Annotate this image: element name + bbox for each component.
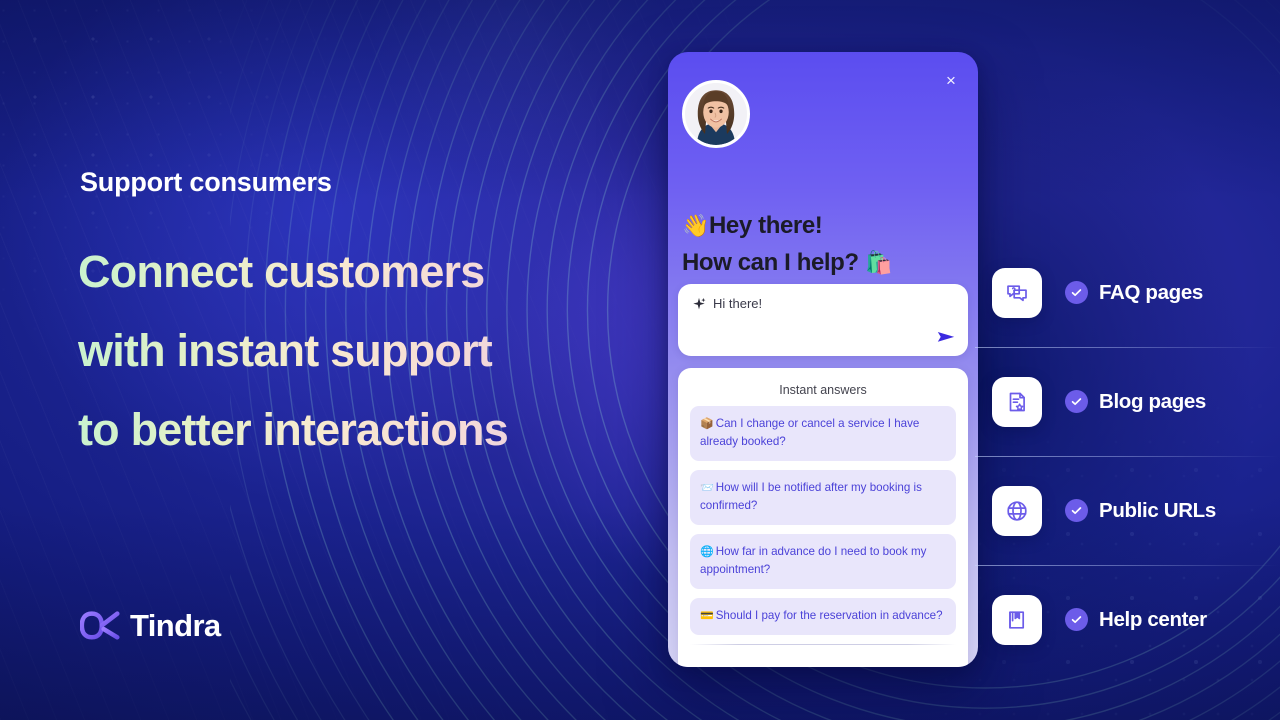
globe-icon [992, 485, 1042, 536]
tindra-loop-icon [79, 610, 120, 642]
list-item-label: How will I be notified after my booking … [700, 481, 922, 512]
divider [975, 456, 1280, 457]
promo-banner: Support consumers Connect customers with… [0, 0, 1280, 720]
package-icon: 📦 [700, 418, 714, 430]
credit-card-icon: 💳 [700, 610, 714, 622]
incoming-envelope-icon: 📨 [700, 482, 714, 494]
instant-answers-panel: Instant answers 📦 Can I change or cancel … [678, 368, 968, 667]
headline-line-2: with instant support [78, 311, 678, 390]
shopping-bags-icon: 🛍️ [864, 250, 892, 275]
feature-item-label: FAQ pages [1099, 280, 1203, 304]
faq-chat-bubbles-icon [992, 267, 1042, 318]
send-paper-plane-icon[interactable] [936, 327, 956, 347]
book-bookmark-icon [992, 594, 1042, 645]
feature-item-label: Public URLs [1099, 498, 1216, 522]
chat-greeting: 👋Hey there! How can I help? 🛍️ [682, 207, 964, 281]
list-item[interactable]: 🌐 How far in advance do I need to book my… [690, 534, 956, 589]
feature-item-public-urls[interactable]: Public URLs [975, 456, 1280, 565]
feature-list: FAQ pages Blog pages Public URLs Help ce… [975, 238, 1280, 674]
feature-item-faq-pages[interactable]: FAQ pages [992, 238, 1280, 347]
page-title: Connect customers with instant support t… [78, 232, 678, 469]
divider [975, 565, 1280, 566]
chat-input[interactable]: Hi there! [678, 284, 968, 356]
chat-input-row: Hi there! [692, 296, 762, 311]
sparkle-icon [692, 297, 706, 311]
feature-item-label: Blog pages [1099, 389, 1206, 413]
instant-answers-title: Instant answers [779, 383, 867, 397]
chat-input-value: Hi there! [713, 296, 763, 311]
chat-greeting-text-2: How can I help? [682, 249, 859, 276]
list-item[interactable]: 📨 How will I be notified after my booking… [690, 470, 956, 525]
feature-item-label: Help center [1099, 607, 1207, 631]
headline-line-3: to better interactions [78, 390, 678, 469]
waving-hand-icon: 👋 [682, 213, 709, 238]
globe-icon: 🌐 [700, 546, 714, 558]
hero-eyebrow: Support consumers [80, 167, 332, 197]
check-circle-icon [1065, 608, 1088, 631]
chat-greeting-text-1: Hey there! [709, 212, 823, 239]
divider [975, 347, 1280, 348]
brand-logo: Tindra [79, 608, 221, 644]
chat-greeting-line-1: 👋Hey there! [682, 207, 964, 244]
feature-item-blog-pages[interactable]: Blog pages [975, 347, 1280, 456]
list-item-label: How far in advance do I need to book my … [700, 545, 927, 576]
check-circle-icon [1065, 281, 1088, 304]
feature-item-help-center[interactable]: Help center [975, 565, 1280, 674]
blog-document-star-icon [992, 376, 1042, 427]
answers-divider [690, 644, 956, 645]
instant-answers-list: 📦 Can I change or cancel a service I have… [678, 406, 968, 635]
check-circle-icon [1065, 390, 1088, 413]
brand-name: Tindra [130, 608, 221, 643]
chat-greeting-line-2: How can I help? 🛍️ [682, 244, 964, 281]
list-item[interactable]: 📦 Can I change or cancel a service I have… [690, 406, 956, 461]
headline-line-1: Connect customers [78, 232, 678, 311]
list-item-label: Can I change or cancel a service I have … [700, 417, 920, 448]
avatar [682, 80, 750, 148]
check-circle-icon [1065, 499, 1088, 522]
close-icon[interactable]: × [941, 70, 961, 90]
list-item-label: Should I pay for the reservation in adva… [715, 609, 943, 622]
list-item[interactable]: 💳 Should I pay for the reservation in adv… [690, 598, 956, 635]
chat-widget: × 👋Hey there! How can I help? 🛍️ Hi ther… [668, 52, 978, 667]
